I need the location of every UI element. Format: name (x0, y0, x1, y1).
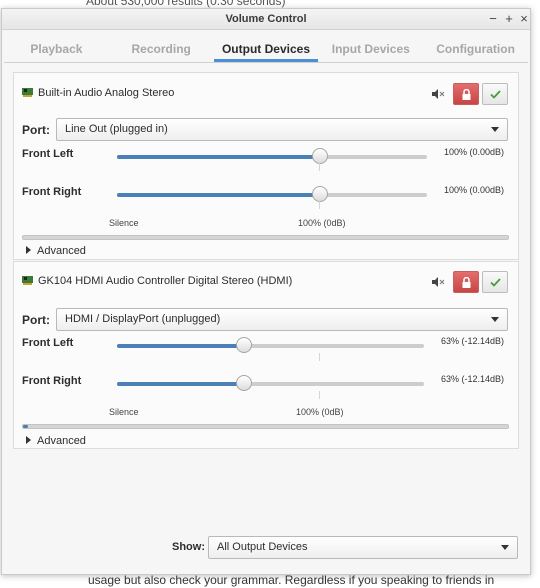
volume-slider-handle[interactable] (312, 148, 329, 164)
background-page-text-top: About 530,000 results (0.30 seconds) (86, 0, 286, 8)
volume-slider[interactable] (117, 186, 427, 202)
peak-meter-fill (23, 425, 28, 428)
sound-card-icon (22, 88, 33, 97)
volume-slider[interactable] (117, 148, 427, 164)
lock-icon (462, 277, 471, 288)
volume-slider[interactable] (117, 337, 424, 353)
maximize-button[interactable]: + (502, 11, 516, 27)
tab-bar: Playback Recording Output Devices Input … (4, 37, 528, 63)
sound-card-icon (22, 276, 33, 285)
volume-slider-handle[interactable] (312, 186, 329, 202)
scale-tick (319, 201, 320, 209)
scale-full-label: 100% (0dB) (296, 407, 344, 417)
chevron-down-icon (501, 545, 509, 550)
window-title: Volume Control (225, 13, 307, 25)
title-bar[interactable]: Volume Control − + × (2, 9, 530, 30)
peak-meter (22, 235, 509, 240)
speaker-muted-icon (432, 277, 446, 289)
show-filter-select[interactable]: All Output Devices (208, 536, 518, 559)
scale-full-label: 100% (0dB) (298, 218, 346, 228)
volume-value: 63% (-12.14dB) (440, 336, 504, 346)
scale-tick (319, 163, 320, 171)
port-select-value: Line Out (plugged in) (65, 123, 168, 135)
scale-silence-label: Silence (109, 407, 139, 417)
channel-label: Front Left (22, 148, 74, 160)
set-default-button[interactable] (482, 83, 508, 105)
chevron-down-icon (491, 127, 499, 132)
volume-slider-fill (117, 344, 244, 348)
advanced-expander[interactable]: Advanced (26, 245, 86, 257)
tab-configuration[interactable]: Configuration (423, 37, 528, 62)
show-filter-label: Show: (172, 541, 205, 553)
tab-output-devices[interactable]: Output Devices (213, 37, 319, 62)
advanced-expander[interactable]: Advanced (26, 435, 86, 447)
scale-tick (319, 391, 320, 399)
checkmark-icon (490, 90, 501, 99)
close-button[interactable]: × (517, 11, 531, 27)
scale-tick (319, 353, 320, 361)
show-filter-value: All Output Devices (217, 541, 308, 553)
tab-playback[interactable]: Playback (4, 37, 109, 62)
tab-input-devices[interactable]: Input Devices (318, 37, 423, 62)
lock-channels-button[interactable] (453, 271, 479, 293)
chevron-down-icon (491, 317, 499, 322)
volume-slider[interactable] (117, 375, 424, 391)
volume-slider-fill (117, 155, 321, 159)
speaker-muted-icon (432, 89, 446, 101)
volume-value: 100% (0.00dB) (443, 147, 504, 157)
set-default-button[interactable] (482, 271, 508, 293)
minimize-button[interactable]: − (486, 11, 500, 27)
expand-arrow-icon (26, 436, 31, 444)
device-header: Built-in Audio Analog Stereo (22, 87, 174, 103)
channel-label: Front Right (22, 186, 82, 198)
device-panel: Built-in Audio Analog Stereo Port: Line … (13, 72, 519, 260)
expand-arrow-icon (26, 246, 31, 254)
advanced-label: Advanced (37, 435, 86, 447)
volume-slider-handle[interactable] (235, 375, 252, 391)
volume-value: 100% (0.00dB) (443, 185, 504, 195)
volume-control-window: Volume Control − + × Playback Recording … (1, 8, 531, 575)
lock-icon (462, 89, 471, 100)
channel-label: Front Left (22, 337, 74, 349)
advanced-label: Advanced (37, 245, 86, 257)
port-select[interactable]: HDMI / DisplayPort (unplugged) (56, 308, 508, 331)
lock-channels-button[interactable] (453, 83, 479, 105)
device-header: GK104 HDMI Audio Controller Digital Ster… (22, 275, 292, 291)
port-label: Port: (22, 123, 50, 137)
device-name: Built-in Audio Analog Stereo (38, 87, 175, 99)
port-select[interactable]: Line Out (plugged in) (56, 118, 508, 141)
port-label: Port: (22, 313, 50, 327)
checkmark-icon (490, 278, 501, 287)
background-page-text-bottom: usage but also check your grammar. Regar… (88, 573, 495, 587)
peak-meter (22, 424, 509, 429)
device-panel: GK104 HDMI Audio Controller Digital Ster… (13, 261, 519, 449)
volume-slider-fill (117, 382, 244, 386)
volume-slider-fill (117, 193, 321, 197)
tab-recording[interactable]: Recording (109, 37, 214, 62)
channel-label: Front Right (22, 375, 82, 387)
device-name: GK104 HDMI Audio Controller Digital Ster… (38, 275, 293, 287)
volume-value: 63% (-12.14dB) (440, 374, 504, 384)
scale-silence-label: Silence (109, 218, 139, 228)
volume-slider-handle[interactable] (235, 337, 252, 353)
port-select-value: HDMI / DisplayPort (unplugged) (65, 313, 221, 325)
